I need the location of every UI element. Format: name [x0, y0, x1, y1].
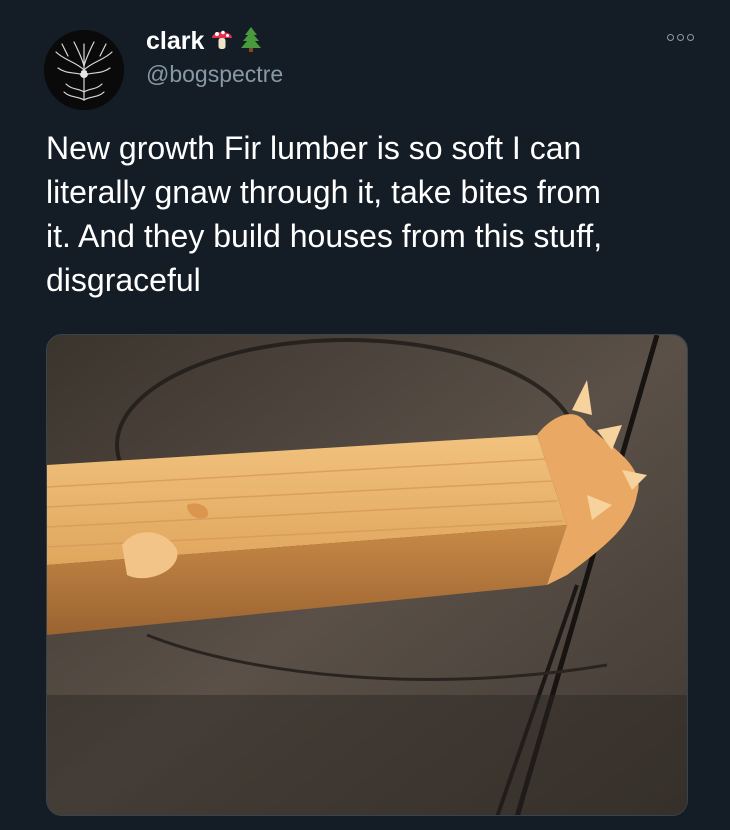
tweet: clark @bogspectre New growth Fir lumber … — [0, 0, 730, 830]
more-options-icon[interactable] — [667, 34, 694, 41]
dot — [687, 34, 694, 41]
avatar[interactable] — [44, 30, 124, 110]
name-row: clark — [146, 26, 262, 57]
mushroom-icon — [210, 26, 234, 57]
dot — [667, 34, 674, 41]
evergreen-tree-icon — [240, 26, 262, 57]
user-handle[interactable]: @bogspectre — [146, 61, 283, 88]
tweet-text: New growth Fir lumber is so soft I can l… — [46, 130, 603, 298]
display-name[interactable]: clark — [146, 27, 204, 56]
dot — [677, 34, 684, 41]
tweet-photo[interactable] — [46, 334, 688, 816]
